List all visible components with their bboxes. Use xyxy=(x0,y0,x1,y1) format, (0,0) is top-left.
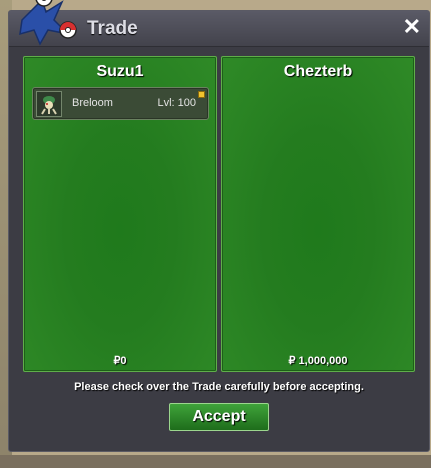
item-name: Breloom xyxy=(72,97,113,109)
item-level: Lvl: 100 xyxy=(157,97,196,109)
trader-name-left: Suzu1 xyxy=(96,63,144,80)
item-marker-icon xyxy=(198,91,205,98)
money-left: ₽0 xyxy=(113,355,127,367)
trade-panel-right: Chezterb ₽ 1,000,000 xyxy=(221,56,415,372)
money-right: ₽ 1,000,000 xyxy=(288,355,348,367)
pokeball-logo-icon xyxy=(12,0,78,46)
trade-notice: Please check over the Trade carefully be… xyxy=(74,381,364,393)
accept-button[interactable]: Accept xyxy=(169,403,269,431)
trade-item-breloom[interactable]: Breloom Lvl: 100 xyxy=(32,87,209,120)
breloom-sprite-icon xyxy=(36,91,62,117)
trader-name-right: Chezterb xyxy=(283,63,353,80)
close-icon[interactable]: ✕ xyxy=(403,16,421,38)
window-title: Trade xyxy=(87,18,138,39)
trade-panel-left: Suzu1 Breloom Lvl: 100 ₽0 xyxy=(23,56,217,372)
trade-window: Trade ✕ Suzu1 Breloom Lvl: 100 ₽0 Chezte… xyxy=(8,10,430,452)
background-bottom xyxy=(0,455,431,468)
